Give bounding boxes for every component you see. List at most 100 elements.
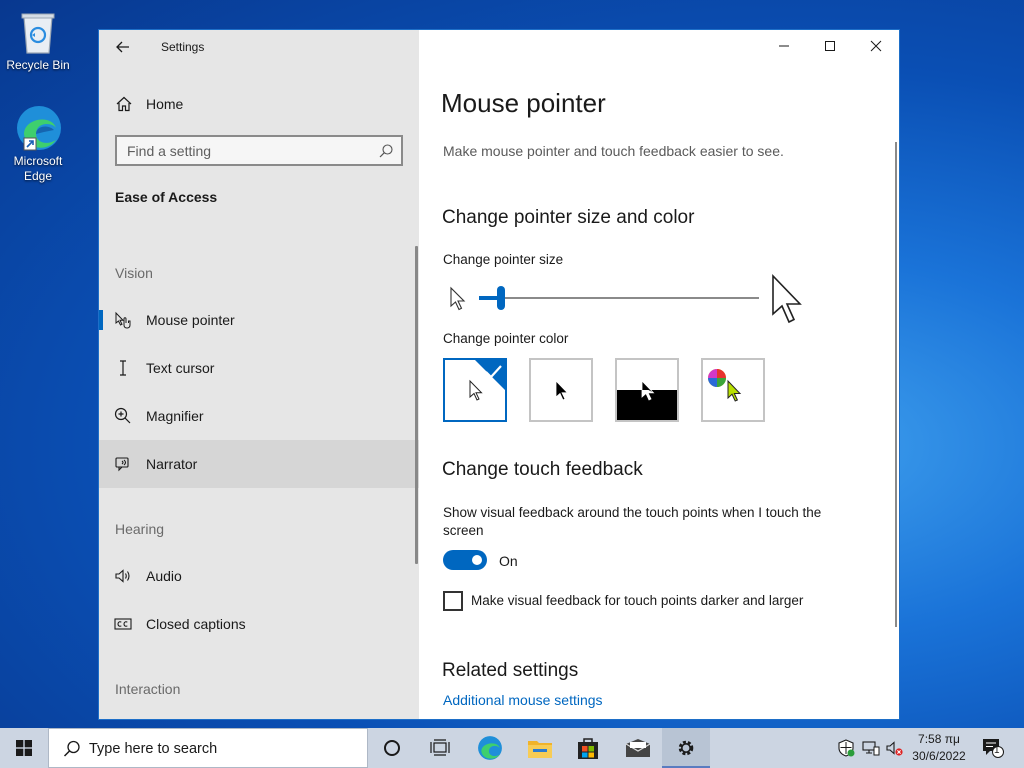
magnifier-icon bbox=[114, 407, 131, 424]
pointer-size-slider[interactable] bbox=[441, 274, 821, 324]
shield-icon bbox=[838, 739, 855, 757]
start-button[interactable] bbox=[0, 728, 48, 768]
sidebar-item-label: Mouse pointer bbox=[146, 312, 235, 328]
recycle-bin-icon bbox=[14, 8, 62, 56]
desktop-icon-label: Recycle Bin bbox=[6, 58, 70, 72]
darker-feedback-checkbox[interactable] bbox=[443, 591, 463, 611]
small-pointer-icon bbox=[450, 286, 466, 311]
toggle-state-label: On bbox=[499, 553, 518, 569]
pointer-color-black[interactable] bbox=[529, 358, 593, 422]
pointer-color-custom[interactable] bbox=[701, 358, 765, 422]
sidebar-item-label: Closed captions bbox=[146, 616, 246, 632]
folder-icon bbox=[528, 741, 552, 758]
minimize-icon bbox=[779, 45, 789, 47]
touch-section-heading: Change touch feedback bbox=[442, 459, 643, 480]
text-cursor-icon bbox=[120, 360, 126, 376]
close-icon bbox=[870, 40, 882, 52]
back-arrow-icon bbox=[116, 41, 129, 53]
sidebar-item-magnifier[interactable]: Magnifier bbox=[99, 392, 419, 440]
main-content: Mouse pointer Make mouse pointer and tou… bbox=[419, 30, 899, 719]
mail-button[interactable] bbox=[614, 728, 662, 768]
network-tray-button[interactable] bbox=[861, 738, 881, 758]
taskbar-search[interactable]: Type here to search bbox=[48, 728, 368, 768]
sidebar-item-closed-captions[interactable]: Closed captions bbox=[99, 600, 419, 648]
slider-track[interactable] bbox=[479, 297, 759, 299]
action-center-button[interactable]: 1 bbox=[981, 738, 1005, 758]
desktop-icon-label: Microsoft Edge bbox=[13, 154, 63, 183]
mail-icon bbox=[625, 739, 651, 757]
group-label-interaction: Interaction bbox=[115, 681, 181, 697]
speaker-icon bbox=[115, 569, 130, 583]
settings-window: Settings Home Ease of Access Vision Mous… bbox=[98, 29, 900, 720]
darker-feedback-label: Make visual feedback for touch points da… bbox=[471, 593, 804, 608]
desktop-icon-recycle-bin[interactable]: Recycle Bin bbox=[2, 8, 74, 73]
page-description: Make mouse pointer and touch feedback ea… bbox=[443, 143, 784, 159]
selection-indicator bbox=[99, 310, 103, 330]
desktop-icon-edge[interactable]: Microsoft Edge bbox=[2, 104, 74, 184]
network-icon bbox=[862, 741, 880, 756]
touch-feedback-toggle[interactable] bbox=[443, 550, 487, 570]
find-setting-search[interactable] bbox=[115, 135, 403, 166]
sidebar-scrollbar[interactable] bbox=[415, 246, 418, 564]
back-button[interactable] bbox=[111, 36, 135, 58]
closed-captions-icon bbox=[114, 618, 132, 630]
sidebar-item-mouse-pointer[interactable]: Mouse pointer bbox=[99, 296, 419, 344]
sidebar-item-label: Narrator bbox=[146, 456, 198, 472]
edge-taskbar-button[interactable] bbox=[466, 728, 514, 768]
related-settings-heading: Related settings bbox=[442, 660, 579, 681]
task-view-button[interactable] bbox=[416, 728, 464, 768]
sidebar-home[interactable]: Home bbox=[99, 88, 419, 120]
pointer-color-label: Change pointer color bbox=[443, 331, 569, 346]
search-icon bbox=[379, 144, 393, 158]
cortana-circle-icon bbox=[384, 740, 400, 756]
task-view-icon bbox=[430, 739, 450, 756]
section-title: Ease of Access bbox=[115, 189, 218, 205]
touch-feedback-label: Show visual feedback around the touch po… bbox=[443, 505, 822, 538]
sidebar-item-text-cursor[interactable]: Text cursor bbox=[99, 344, 419, 392]
sidebar-item-label: Magnifier bbox=[146, 408, 204, 424]
edge-icon bbox=[14, 104, 62, 152]
clock-date: 30/6/2022 bbox=[912, 749, 966, 763]
toggle-knob bbox=[472, 555, 482, 565]
security-tray-button[interactable] bbox=[836, 738, 856, 758]
sidebar-item-label: Audio bbox=[146, 568, 182, 584]
narrator-icon bbox=[115, 457, 129, 472]
search-icon bbox=[63, 740, 80, 757]
home-icon bbox=[116, 96, 132, 112]
task-view-cortana-button[interactable] bbox=[368, 728, 416, 768]
sidebar-item-audio[interactable]: Audio bbox=[99, 552, 419, 600]
edge-icon bbox=[478, 736, 502, 760]
store-bag-icon bbox=[578, 738, 598, 759]
taskbar-clock[interactable]: 7:58 πμ 30/6/2022 bbox=[902, 731, 976, 765]
slider-thumb[interactable] bbox=[497, 286, 506, 310]
sidebar-item-label: Text cursor bbox=[146, 360, 215, 376]
close-button[interactable] bbox=[853, 30, 899, 62]
windows-logo-icon bbox=[16, 740, 32, 756]
group-label-vision: Vision bbox=[115, 265, 153, 281]
pointer-size-label: Change pointer size bbox=[443, 252, 564, 267]
mouse-pointer-icon bbox=[115, 311, 131, 329]
volume-tray-button[interactable] bbox=[884, 738, 904, 758]
minimize-button[interactable] bbox=[761, 30, 807, 62]
gear-icon bbox=[678, 740, 694, 756]
black-pointer-icon bbox=[555, 380, 569, 401]
inverted-pointer-icon bbox=[617, 380, 677, 420]
file-explorer-button[interactable] bbox=[516, 728, 564, 768]
pointer-color-inverted[interactable] bbox=[615, 358, 679, 422]
custom-color-pointer-icon bbox=[708, 369, 742, 402]
maximize-button[interactable] bbox=[807, 30, 853, 62]
settings-taskbar-button[interactable] bbox=[662, 728, 710, 768]
additional-mouse-settings-link[interactable]: Additional mouse settings bbox=[443, 692, 603, 708]
clock-time: 7:58 πμ bbox=[918, 732, 960, 746]
notification-count: 1 bbox=[994, 745, 1000, 756]
search-input[interactable] bbox=[117, 137, 401, 164]
sidebar-item-narrator[interactable]: Narrator bbox=[99, 440, 419, 488]
taskbar: Type here to search 7:58 πμ 30/6/2022 1 bbox=[0, 728, 1024, 768]
pointer-color-white[interactable] bbox=[443, 358, 507, 422]
large-pointer-icon bbox=[772, 274, 802, 324]
main-scrollbar[interactable] bbox=[895, 142, 897, 627]
title-bar[interactable]: Settings bbox=[99, 30, 419, 64]
store-button[interactable] bbox=[564, 728, 612, 768]
speaker-muted-icon bbox=[886, 741, 903, 756]
sidebar: Settings Home Ease of Access Vision Mous… bbox=[99, 30, 419, 719]
